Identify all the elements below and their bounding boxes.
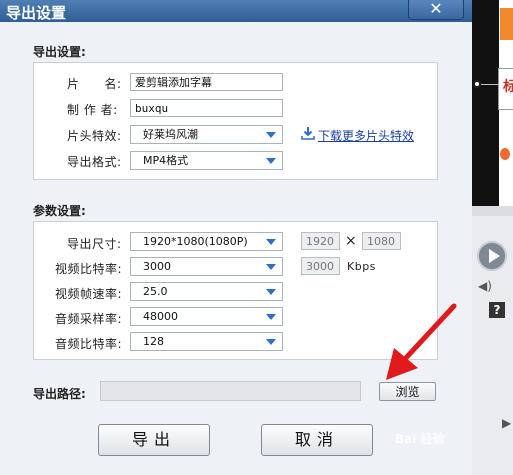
video-bitrate-custom-field: 3000 (301, 257, 340, 275)
audio-sample-rate-value: 48000 (143, 310, 178, 323)
export-settings-dialog: 导出设置 ✕ 导出设置: 片 名: 爱剪辑添加字幕 制 作 者: buxqu 片… (0, 0, 472, 475)
chevron-down-icon (266, 158, 276, 164)
params-section-label: 参数设置: (33, 204, 86, 218)
background-orange-block (500, 8, 513, 40)
name-label: 片 名: (67, 77, 122, 91)
cancel-button[interactable]: 取消 (261, 424, 373, 456)
watermark: Bai 经验 (395, 432, 445, 446)
dialog-title: 导出设置 (6, 4, 67, 22)
download-icon[interactable] (301, 125, 315, 144)
video-bitrate-select[interactable]: 3000 (130, 257, 283, 276)
intro-effect-label: 片头特效: (67, 129, 122, 143)
frame-rate-value: 25.0 (143, 285, 168, 298)
video-bitrate-value: 3000 (143, 260, 171, 273)
audio-sample-rate-label: 音频采样率: (55, 312, 123, 326)
times-symbol: × (345, 233, 358, 249)
background-drag-handle[interactable] (473, 80, 481, 88)
browse-button[interactable]: 浏览 (379, 382, 436, 401)
export-settings-section-label: 导出设置: (33, 45, 86, 59)
format-select[interactable]: MP4格式 (130, 151, 283, 170)
background-app-dark-panel (472, 0, 499, 206)
volume-icon[interactable]: ◀) (478, 279, 492, 293)
chevron-down-icon (266, 239, 276, 245)
export-path-field[interactable] (100, 381, 361, 401)
audio-bitrate-value: 128 (143, 335, 164, 348)
format-label: 导出格式: (67, 155, 122, 169)
chevron-down-icon (266, 289, 276, 295)
video-bitrate-label: 视频比特率: (55, 262, 123, 276)
download-more-effects-link[interactable]: 下载更多片头特效 (318, 127, 414, 144)
frame-rate-label: 视频帧速率: (55, 287, 123, 301)
dialog-titlebar: 导出设置 (0, 0, 472, 22)
intro-effect-value: 好莱坞风潮 (143, 128, 198, 141)
chevron-down-icon (266, 339, 276, 345)
background-caption-char: 标 (503, 79, 513, 95)
size-select[interactable]: 1920*1080(1080P) (130, 232, 283, 251)
play-icon[interactable] (477, 241, 507, 271)
annotation-arrow-icon (386, 303, 457, 380)
chevron-down-icon (266, 132, 276, 138)
frame-rate-select[interactable]: 25.0 (130, 282, 283, 301)
close-button[interactable]: ✕ (408, 0, 464, 20)
expand-arrow-icon[interactable]: ▶ (502, 416, 511, 430)
kbps-unit: Kbps (347, 260, 376, 273)
intro-effect-select[interactable]: 好莱坞风潮 (130, 125, 283, 144)
help-icon[interactable]: ? (489, 302, 505, 318)
height-field: 1080 (362, 232, 401, 250)
format-value: MP4格式 (143, 154, 189, 167)
author-label: 制 作 者: (67, 103, 118, 117)
background-red-dot (500, 148, 510, 160)
background-connector-line (481, 84, 499, 85)
name-input[interactable]: 爱剪辑添加字幕 (130, 73, 283, 91)
chevron-down-icon (266, 264, 276, 270)
author-input[interactable]: buxqu (130, 99, 283, 117)
chevron-down-icon (266, 314, 276, 320)
width-field: 1920 (301, 232, 340, 250)
export-button[interactable]: 导出 (98, 424, 210, 456)
audio-bitrate-label: 音频比特率: (55, 337, 123, 351)
size-label: 导出尺寸: (67, 237, 122, 251)
audio-bitrate-select[interactable]: 128 (130, 332, 283, 351)
audio-sample-rate-select[interactable]: 48000 (130, 307, 283, 326)
size-value: 1920*1080(1080P) (143, 235, 248, 248)
export-path-label: 导出路径: (33, 387, 86, 401)
background-strip (472, 206, 513, 216)
